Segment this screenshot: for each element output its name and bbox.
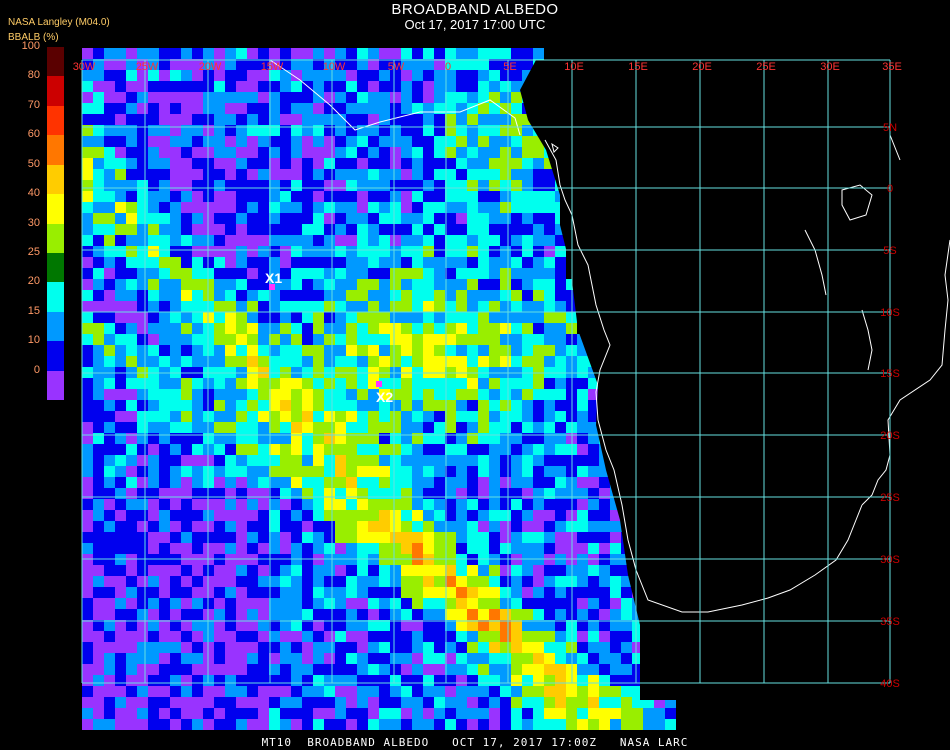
longitude-label: 15W	[261, 61, 284, 73]
longitude-label: 30W	[73, 61, 96, 73]
footer-caption: MT10 BROADBAND ALBEDO OCT 17, 2017 17:00…	[261, 736, 689, 749]
longitude-label: 10W	[323, 61, 346, 73]
latitude-label: 0	[887, 183, 893, 195]
longitude-label: 15E	[628, 61, 648, 73]
latitude-label: 35S	[880, 616, 900, 628]
longitude-label: 5W	[388, 61, 405, 73]
longitude-label: 25W	[136, 61, 159, 73]
marker-x2-dot	[376, 381, 382, 387]
latitude-label: 10S	[880, 307, 900, 319]
latitude-label: 15S	[880, 368, 900, 380]
latitude-label: 20S	[880, 430, 900, 442]
longitude-label: 10E	[564, 61, 584, 73]
marker-x2-label: X2	[376, 389, 393, 405]
latitude-label: 5N	[883, 122, 897, 134]
longitude-label: 0	[445, 61, 451, 73]
latitude-label: 5S	[883, 245, 896, 257]
marker-x1-label: X1	[265, 270, 282, 286]
latitude-label: 25S	[880, 492, 900, 504]
latitude-label: 30S	[880, 554, 900, 566]
longitude-label: 20W	[199, 61, 222, 73]
latitude-label: 40S	[880, 678, 900, 690]
longitude-label: 30E	[820, 61, 840, 73]
longitude-label: 5E	[503, 61, 516, 73]
longitude-label: 20E	[692, 61, 712, 73]
albedo-map: 30W 25W 20W 15W 10W 5W 0 5E 10E 15E 20E 25E 30E 35E 5…	[73, 48, 950, 730]
longitude-label: 25E	[756, 61, 776, 73]
longitude-label: 35E	[882, 61, 902, 73]
